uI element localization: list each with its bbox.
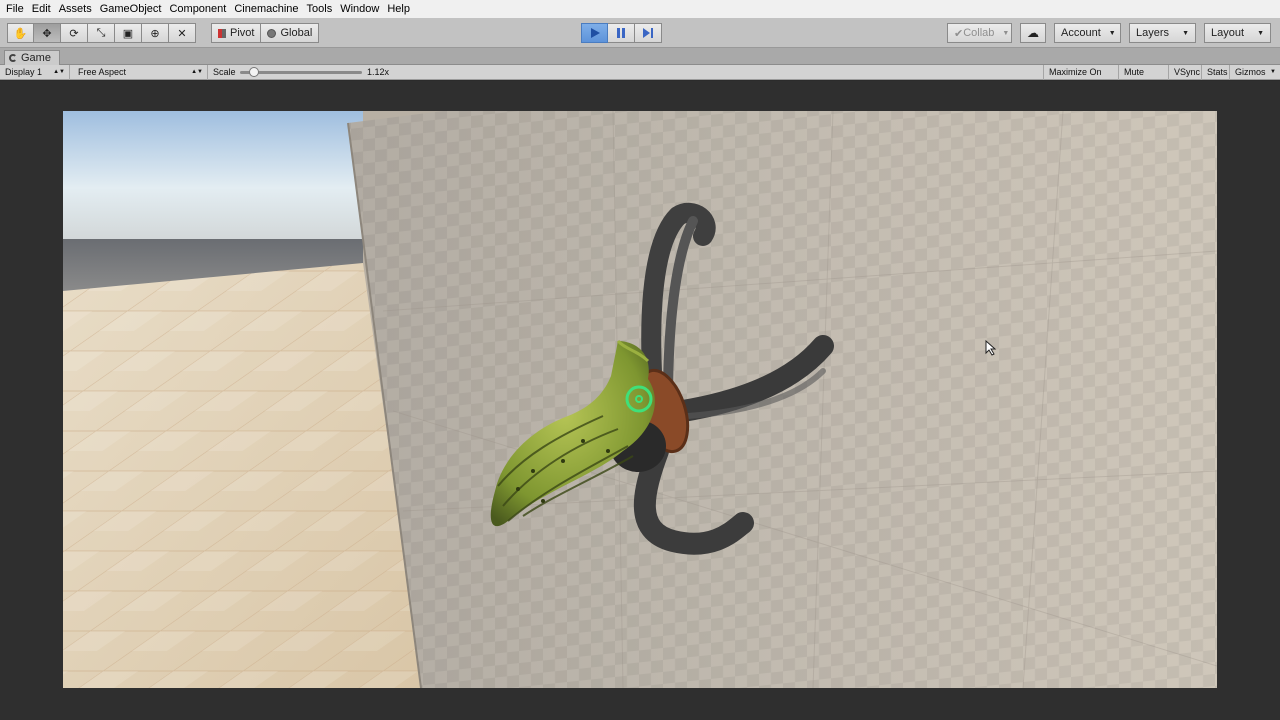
menu-gameobject[interactable]: GameObject — [96, 0, 166, 18]
menu-edit[interactable]: Edit — [28, 0, 55, 18]
hand-tool-button[interactable]: ✋ — [7, 23, 34, 43]
account-dropdown[interactable]: Account ▼ — [1054, 23, 1121, 43]
pivot-label: Pivot — [230, 27, 255, 39]
checkmark-icon: ✔ — [954, 27, 964, 40]
play-icon — [590, 28, 600, 38]
display-dropdown[interactable]: Display 1 ▲▼ — [0, 65, 70, 80]
globe-icon — [267, 28, 277, 38]
gizmos-dropdown[interactable]: Gizmos ▼ — [1230, 65, 1280, 80]
chevron-down-icon: ▼ — [1002, 29, 1010, 37]
game-icon — [9, 54, 17, 62]
sky — [63, 111, 363, 251]
rect-tool-button[interactable]: ▣ — [115, 23, 142, 43]
transform-tools: ✋ ✥ ⟳ ⤡ ▣ ⊕ ✕ — [7, 23, 196, 43]
menu-bar: File Edit Assets GameObject Component Ci… — [0, 0, 1280, 18]
layout-label: Layout — [1211, 27, 1245, 39]
scale-value: 1.12x — [367, 67, 390, 77]
layers-group: Layers ▼ — [1129, 23, 1196, 43]
transform-tool-icon: ⊕ — [150, 27, 160, 40]
move-tool-icon: ✥ — [42, 27, 52, 40]
mute-audio-toggle[interactable]: Mute Audio — [1119, 65, 1169, 91]
scale-slider[interactable] — [240, 67, 362, 77]
cloud-icon: ☁ — [1027, 26, 1039, 40]
aspect-label: Free Aspect — [78, 67, 127, 77]
rect-tool-icon: ▣ — [122, 27, 134, 40]
account-group: Account ▼ — [1054, 23, 1121, 43]
scale-tool-icon: ⤡ — [96, 26, 106, 39]
chevron-down-icon: ▲▼ — [191, 69, 203, 75]
account-label: Account — [1061, 27, 1101, 39]
chevron-down-icon: ▲▼ — [53, 69, 65, 75]
hand-tool-icon: ✋ — [13, 27, 28, 40]
collab-label: Collab — [963, 27, 995, 39]
game-view-panel — [0, 81, 1280, 720]
stats-toggle[interactable]: Stats — [1202, 65, 1230, 80]
menu-cinemachine[interactable]: Cinemachine — [230, 0, 302, 18]
custom-tool-icon: ✕ — [177, 27, 187, 40]
global-label: Global — [280, 27, 313, 39]
game-view-controls: Display 1 ▲▼ Free Aspect ▲▼ Scale 1.12x … — [0, 65, 1280, 91]
menu-component[interactable]: Component — [165, 0, 230, 18]
game-scene — [63, 111, 1217, 688]
scale-label: Scale — [213, 67, 236, 77]
tab-game-label: Game — [21, 52, 51, 64]
pause-button[interactable] — [608, 23, 635, 43]
custom-tool-button[interactable]: ✕ — [169, 23, 196, 43]
cloud-button[interactable]: ☁ — [1020, 23, 1046, 43]
chevron-down-icon: ▼ — [1270, 69, 1276, 75]
menu-tools[interactable]: Tools — [303, 0, 337, 18]
tab-game[interactable]: Game — [4, 50, 60, 65]
global-button[interactable]: Global — [261, 23, 320, 43]
pivot-group: Pivot Global — [211, 23, 320, 43]
chevron-down-icon: ▼ — [1257, 29, 1264, 37]
menu-help[interactable]: Help — [383, 0, 414, 18]
menu-file[interactable]: File — [2, 0, 28, 18]
menu-window[interactable]: Window — [336, 0, 383, 18]
maximize-on-play-toggle[interactable]: Maximize On Play — [1043, 65, 1119, 91]
vsync-toggle[interactable]: VSync — [1169, 65, 1202, 80]
cloud-group: ☁ — [1020, 23, 1046, 43]
collab-group: ✔ Collab ▼ — [947, 23, 1012, 43]
game-tab-bar: Game — [0, 48, 1280, 65]
move-tool-button[interactable]: ✥ — [34, 23, 61, 43]
layers-dropdown[interactable]: Layers ▼ — [1129, 23, 1196, 43]
step-button[interactable] — [635, 23, 662, 43]
pause-icon — [617, 28, 625, 38]
aspect-dropdown[interactable]: Free Aspect ▲▼ — [73, 65, 208, 80]
main-toolbar: ✋ ✥ ⟳ ⤡ ▣ ⊕ ✕ Pivot Global ✔ Collab ▼ ☁ … — [0, 18, 1280, 48]
collab-dropdown[interactable]: ✔ Collab ▼ — [947, 23, 1012, 43]
menu-assets[interactable]: Assets — [55, 0, 96, 18]
floor-grid — [63, 263, 423, 688]
playback-controls — [581, 23, 662, 43]
game-viewport[interactable] — [63, 111, 1217, 688]
pivot-button[interactable]: Pivot — [211, 23, 262, 43]
pivot-icon — [218, 28, 226, 38]
scale-slider-thumb[interactable] — [249, 67, 259, 77]
layout-group: Layout ▼ — [1204, 23, 1271, 43]
rotate-tool-icon: ⟳ — [69, 27, 79, 40]
transform-tool-button[interactable]: ⊕ — [142, 23, 169, 43]
gizmos-label: Gizmos — [1235, 67, 1266, 77]
rotate-tool-button[interactable]: ⟳ — [61, 23, 88, 43]
display-label: Display 1 — [5, 67, 43, 77]
layout-dropdown[interactable]: Layout ▼ — [1204, 23, 1271, 43]
scale-tool-button[interactable]: ⤡ — [88, 23, 115, 43]
layers-label: Layers — [1136, 27, 1170, 39]
chevron-down-icon: ▼ — [1182, 29, 1189, 37]
chevron-down-icon: ▼ — [1108, 29, 1116, 37]
step-icon — [643, 28, 653, 38]
play-button[interactable] — [581, 23, 608, 43]
